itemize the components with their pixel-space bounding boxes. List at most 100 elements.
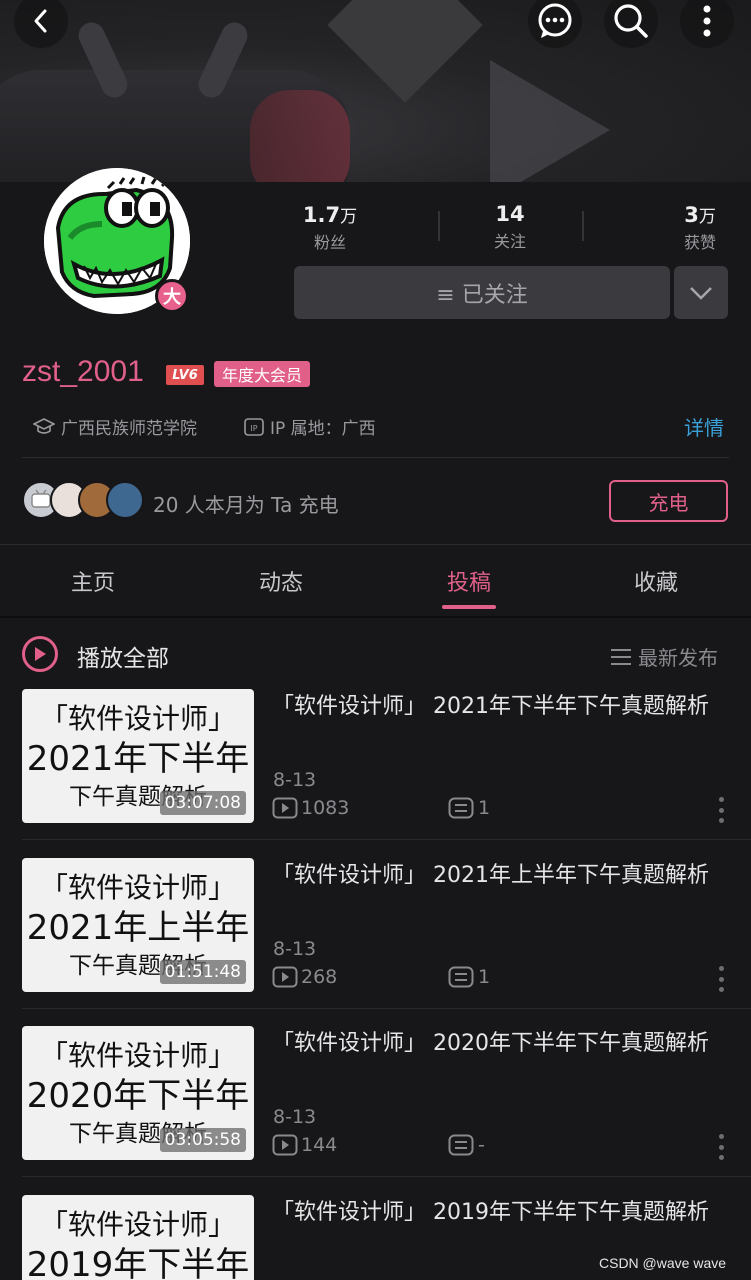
- vip-badge[interactable]: 年度大会员: [214, 361, 311, 387]
- video-item[interactable]: 「软件设计师」 2020年下半年 下午真题解析 03:05:58 「软件设计师」…: [0, 1026, 751, 1194]
- username: zst_2001: [22, 355, 144, 388]
- stat-divider: [582, 211, 584, 241]
- video-item[interactable]: 「软件设计师」 2021年下半年 下午真题解析 03:07:08 「软件设计师」…: [0, 689, 751, 857]
- divider: [22, 1008, 751, 1009]
- tab-home[interactable]: 主页: [71, 565, 115, 597]
- likes-unit: 万: [698, 207, 716, 227]
- video-title[interactable]: 「软件设计师」 2019年下半年下午真题解析: [272, 1195, 717, 1230]
- likes-stat[interactable]: 3万 获赞: [670, 202, 730, 253]
- charge-count-text: 20 人本月为 Ta 充电: [153, 493, 339, 517]
- view-count-value: 268: [301, 966, 338, 988]
- thumb-line: 2021年下半年: [26, 739, 250, 779]
- watermark: CSDN @wave wave: [599, 1255, 727, 1271]
- view-count: 1083: [272, 797, 448, 819]
- view-count-value: 144: [301, 1134, 338, 1156]
- following-label: 关注: [493, 232, 526, 251]
- video-duration: 01:51:48: [159, 960, 246, 984]
- following-stat[interactable]: 14 关注: [480, 202, 540, 252]
- divider: [0, 616, 751, 618]
- ip-location: IP 属地：广西: [270, 419, 376, 439]
- message-button[interactable]: [528, 0, 582, 48]
- fans-count: 1.7: [302, 203, 341, 227]
- comment-count: 1: [448, 966, 490, 988]
- video-stats: 1083 1: [272, 797, 490, 819]
- active-tab-indicator: [442, 605, 496, 609]
- comment-icon: [448, 1134, 474, 1156]
- play-icon: [35, 647, 46, 661]
- video-title[interactable]: 「软件设计师」 2020年下半年下午真题解析: [272, 1026, 717, 1061]
- supporter-avatar: [106, 481, 144, 519]
- video-date: 8-13: [273, 938, 317, 960]
- video-thumbnail[interactable]: 「软件设计师」 2021年下半年 下午真题解析 03:07:08: [22, 689, 254, 823]
- play-all-label[interactable]: 播放全部: [77, 639, 169, 673]
- vertical-dots-icon: [703, 5, 711, 37]
- back-arrow-icon: [34, 9, 47, 33]
- comment-icon: [448, 966, 474, 988]
- likes-label: 获赞: [683, 233, 716, 252]
- divider: [22, 839, 751, 840]
- ip-location-icon: IP: [244, 417, 264, 436]
- graduation-cap-icon: [33, 417, 55, 434]
- ip-info: IP IP 属地：广西: [244, 414, 376, 439]
- video-duration: 03:05:58: [159, 1128, 246, 1152]
- following-count: 14: [495, 202, 525, 226]
- fans-label: 粉丝: [313, 233, 346, 252]
- thumb-line: 2019年下半年: [26, 1245, 250, 1280]
- video-thumbnail[interactable]: 「软件设计师」 2021年上半年 下午真题解析 01:51:48: [22, 858, 254, 992]
- comment-count-value: -: [478, 1134, 485, 1156]
- video-title[interactable]: 「软件设计师」 2021年下半年下午真题解析: [272, 689, 717, 724]
- thumb-line: 2020年下半年: [26, 1076, 250, 1116]
- video-thumbnail[interactable]: 「软件设计师」 2019年下半年: [22, 1195, 254, 1280]
- tab-favorites[interactable]: 收藏: [634, 565, 678, 597]
- chat-bubble-icon: [538, 3, 572, 38]
- school-name: 广西民族师范学院: [61, 419, 197, 439]
- big-member-badge: 大: [155, 279, 189, 313]
- sort-label: 最新发布: [638, 646, 718, 670]
- video-stats: 144 -: [272, 1134, 485, 1156]
- comment-count: -: [448, 1134, 485, 1156]
- view-count: 268: [272, 966, 448, 988]
- stat-divider: [438, 211, 440, 241]
- video-thumbnail[interactable]: 「软件设计师」 2020年下半年 下午真题解析 03:05:58: [22, 1026, 254, 1160]
- fans-stat[interactable]: 1.7万 粉丝: [300, 202, 360, 253]
- video-duration: 03:07:08: [159, 791, 246, 815]
- charge-button[interactable]: 充电: [609, 480, 728, 522]
- play-count-icon: [272, 966, 298, 988]
- chevron-down-icon: [690, 286, 712, 300]
- divider: [22, 1176, 751, 1177]
- supporter-avatars[interactable]: [22, 481, 144, 519]
- view-count-value: 1083: [301, 797, 350, 819]
- comment-icon: [448, 797, 474, 819]
- more-icon[interactable]: [714, 966, 728, 992]
- tab-dynamics[interactable]: 动态: [259, 565, 303, 597]
- school-info: 广西民族师范学院: [33, 414, 197, 439]
- tab-submissions[interactable]: 投稿: [447, 565, 491, 597]
- comment-count-value: 1: [478, 797, 491, 819]
- more-icon[interactable]: [714, 1134, 728, 1160]
- likes-count: 3: [684, 203, 699, 227]
- follow-dropdown-button[interactable]: [674, 266, 728, 319]
- followed-button[interactable]: ≡ 已关注: [294, 266, 670, 319]
- comment-count-value: 1: [478, 966, 491, 988]
- fans-unit: 万: [340, 207, 358, 227]
- play-count-icon: [272, 1134, 298, 1156]
- more-icon[interactable]: [714, 797, 728, 823]
- divider: [0, 544, 751, 545]
- detail-link[interactable]: 详情: [684, 412, 724, 441]
- sort-dropdown[interactable]: 最新发布: [610, 642, 718, 671]
- video-stats: 268 1: [272, 966, 490, 988]
- comment-count: 1: [448, 797, 490, 819]
- video-item[interactable]: 「软件设计师」 2021年上半年 下午真题解析 01:51:48 「软件设计师」…: [0, 858, 751, 1026]
- video-title[interactable]: 「软件设计师」 2021年上半年下午真题解析: [272, 858, 717, 893]
- level-badge: LV6: [166, 365, 204, 385]
- play-count-icon: [272, 797, 298, 819]
- play-all-button[interactable]: [22, 636, 58, 672]
- divider: [22, 457, 729, 458]
- view-count: 144: [272, 1134, 448, 1156]
- video-date: 8-13: [273, 769, 317, 791]
- thumb-line: 2021年上半年: [26, 908, 250, 948]
- search-icon: [614, 4, 648, 38]
- svg-text:IP: IP: [250, 424, 257, 433]
- video-date: 8-13: [273, 1106, 317, 1128]
- list-sort-icon: [611, 648, 631, 665]
